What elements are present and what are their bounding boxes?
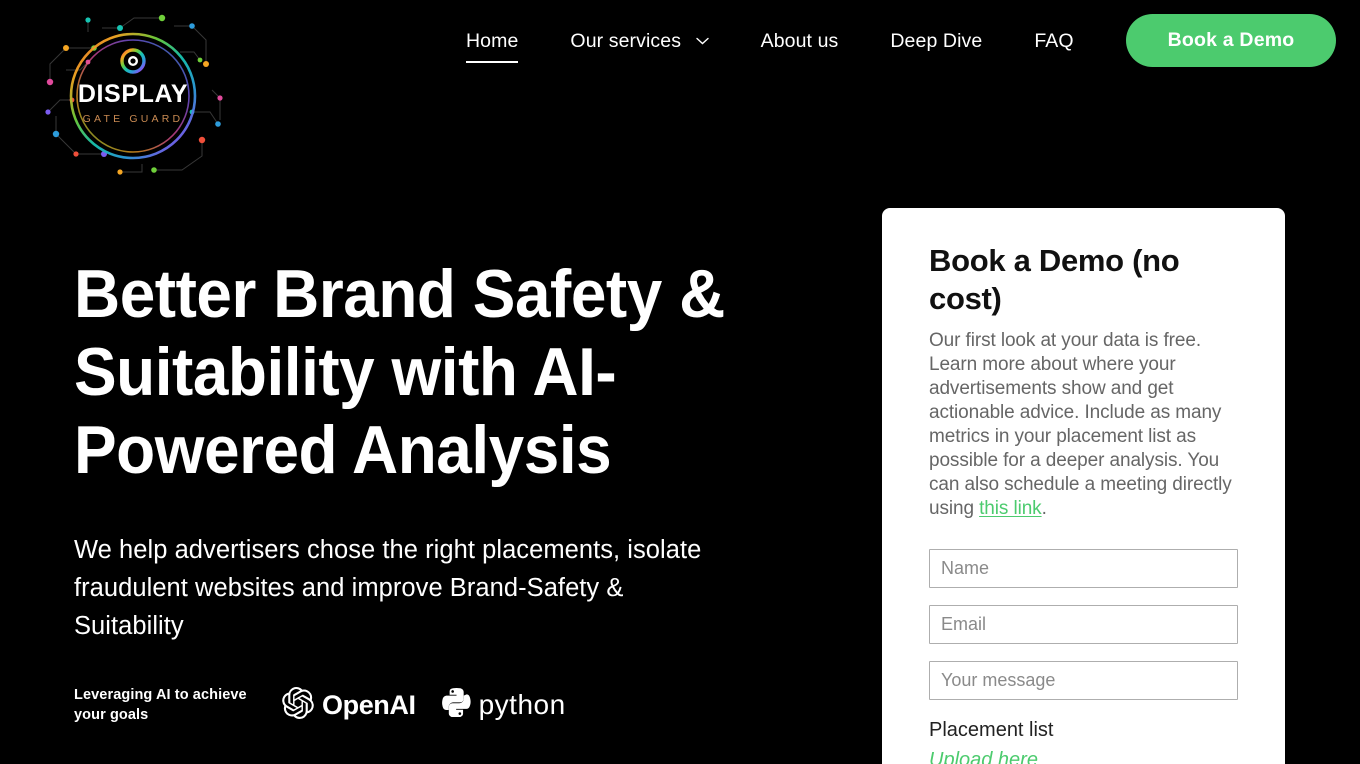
logo-secondary-text: GATE GUARD	[83, 113, 184, 125]
book-demo-label: Book a Demo	[1167, 29, 1295, 51]
nav-label: About us	[760, 30, 839, 52]
placement-list-label: Placement list	[929, 719, 1054, 741]
card-description-suffix: .	[1041, 498, 1047, 519]
hero-section: Better Brand Safety & Suitability with A…	[74, 255, 834, 645]
python-icon	[441, 687, 471, 722]
logo-primary-text: DISPLAY	[78, 80, 188, 108]
hero-subheadline: We help advertisers chose the right plac…	[74, 536, 702, 640]
nav-label: FAQ	[1034, 30, 1074, 52]
book-demo-button[interactable]: Book a Demo	[1126, 14, 1336, 67]
nav-item-faq[interactable]: FAQ	[1008, 28, 1099, 54]
landing-page: DISPLAY GATE GUARD Home Our services Abo…	[0, 0, 1360, 764]
nav-item-about-us[interactable]: About us	[735, 28, 865, 54]
partners-strip: Leveraging AI to achieve your goals Open…	[74, 685, 566, 725]
partner-python: python	[441, 687, 566, 722]
partner-logo-list: OpenAI python	[282, 686, 566, 724]
nav-label: Our services	[570, 30, 682, 52]
card-title: Book a Demo (no cost)	[929, 243, 1180, 316]
page-title: Better Brand Safety & Suitability with A…	[74, 256, 725, 488]
upload-here-link[interactable]: Upload here	[929, 747, 1038, 764]
nav-label: Deep Dive	[890, 30, 983, 52]
main-navigation: Home Our services About us Deep Dive FAQ	[440, 28, 1191, 63]
brand-logo[interactable]: DISPLAY GATE GUARD	[42, 12, 224, 175]
openai-icon	[282, 686, 314, 724]
card-description: Our first look at your data is free. Lea…	[929, 329, 1238, 521]
chevron-down-icon	[695, 37, 709, 45]
email-field[interactable]	[929, 605, 1238, 644]
logo-graphic: DISPLAY GATE GUARD	[45, 14, 223, 175]
partner-name: python	[478, 689, 566, 720]
demo-request-form: Placement list Upload here We need your …	[929, 549, 1238, 764]
nav-label: Home	[466, 30, 519, 52]
nav-item-deep-dive[interactable]: Deep Dive	[864, 28, 1008, 54]
partner-name: OpenAI	[322, 689, 416, 720]
name-field[interactable]	[929, 549, 1238, 588]
partners-caption: Leveraging AI to achieve your goals	[74, 687, 247, 723]
nav-item-home[interactable]: Home	[440, 28, 544, 63]
nav-item-our-services[interactable]: Our services	[544, 28, 734, 54]
book-demo-card: Book a Demo (no cost) Our first look at …	[882, 208, 1285, 764]
partner-openai: OpenAI	[282, 686, 416, 724]
this-link-link[interactable]: this link	[979, 498, 1042, 519]
card-description-text: Our first look at your data is free. Lea…	[929, 330, 1232, 519]
message-field[interactable]	[929, 661, 1238, 700]
site-header: DISPLAY GATE GUARD Home Our services Abo…	[0, 0, 1360, 190]
